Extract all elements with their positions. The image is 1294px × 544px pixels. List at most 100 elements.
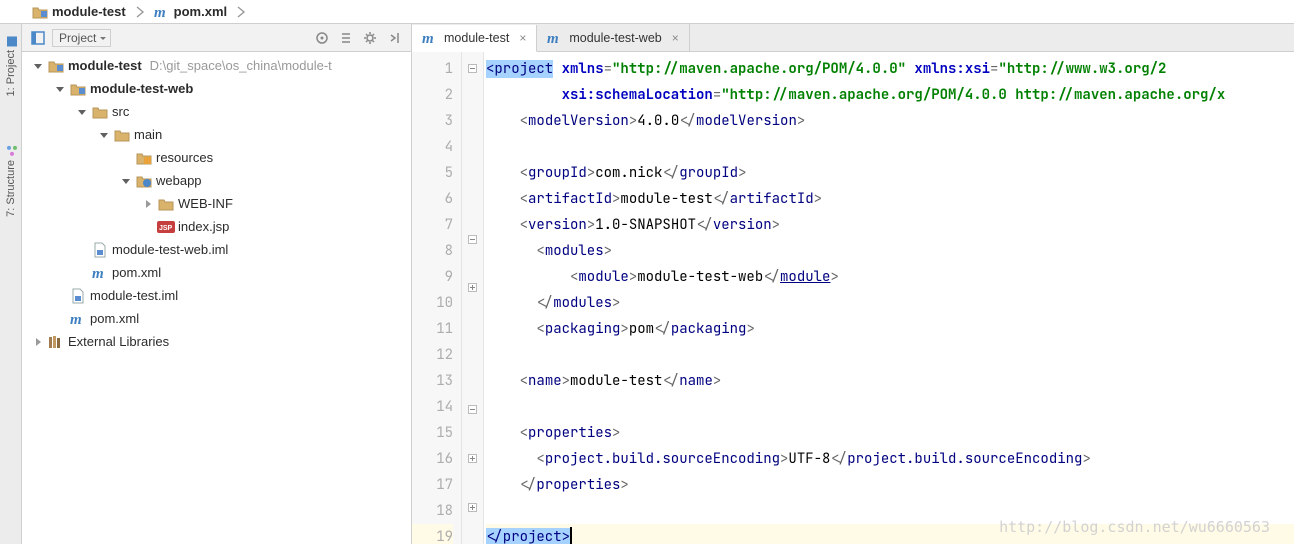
line-number[interactable]: 3 <box>412 108 453 134</box>
tree-node[interactable]: webapp <box>22 169 411 192</box>
line-number[interactable]: 13 <box>412 368 453 394</box>
tree-node[interactable]: mpom.xml <box>22 261 411 284</box>
tree-node[interactable]: module-testD:\git_space\os_china\module-… <box>22 54 411 77</box>
line-number[interactable]: 19 <box>412 524 453 544</box>
fold-close-icon[interactable] <box>462 447 483 471</box>
line-number-gutter[interactable]: 1234567891011121314151617181920 <box>412 52 462 544</box>
tree-node[interactable]: resources <box>22 146 411 169</box>
code-line[interactable] <box>486 134 1294 160</box>
code-line[interactable]: <name>module-test</name> <box>486 368 1294 394</box>
line-number[interactable]: 17 <box>412 472 453 498</box>
line-number[interactable]: 9 <box>412 264 453 290</box>
chevron-down-icon[interactable] <box>76 106 88 118</box>
target-icon[interactable] <box>313 29 331 47</box>
code-line[interactable]: <packaging>pom</packaging> <box>486 316 1294 342</box>
tree-node-label: module-test.iml <box>90 288 178 303</box>
breadcrumb-item[interactable]: module-test <box>26 0 132 23</box>
line-number[interactable]: 5 <box>412 160 453 186</box>
project-tree[interactable]: module-testD:\git_space\os_china\module-… <box>22 52 411 544</box>
line-number[interactable]: 8 <box>412 238 453 264</box>
fold-close-icon[interactable] <box>462 276 483 300</box>
line-number[interactable]: 7 <box>412 212 453 238</box>
fold-open-icon[interactable] <box>462 398 483 422</box>
line-number[interactable]: 15 <box>412 420 453 446</box>
tree-node[interactable]: JSPindex.jsp <box>22 215 411 238</box>
code-line[interactable] <box>486 394 1294 420</box>
tree-node[interactable]: module-test.iml <box>22 284 411 307</box>
line-number[interactable]: 2 <box>412 82 453 108</box>
line-number[interactable]: 18 <box>412 498 453 524</box>
fold-close-icon[interactable] <box>462 495 483 519</box>
tree-node-label: index.jsp <box>178 219 229 234</box>
code-line[interactable]: <properties> <box>486 420 1294 446</box>
code-line[interactable]: </modules> <box>486 290 1294 316</box>
chevron-down-icon[interactable] <box>32 60 44 72</box>
code-token: "http://maven.apache.org/POM/4.0.0 http:… <box>721 86 1225 104</box>
chevron-down-icon[interactable] <box>98 129 110 141</box>
close-icon[interactable]: × <box>519 31 526 45</box>
line-number[interactable]: 1 <box>412 56 453 82</box>
code-line[interactable] <box>486 498 1294 524</box>
code-line[interactable] <box>486 342 1294 368</box>
chevron-right-icon[interactable] <box>32 336 44 348</box>
toolwindow-tab-structure[interactable]: 7: Structure <box>5 146 17 217</box>
code-line[interactable]: <project.build.sourceEncoding>UTF-8</pro… <box>486 446 1294 472</box>
editor-tab[interactable]: m module-test-web × <box>537 24 689 51</box>
tree-node-label: module-test-web.iml <box>112 242 228 257</box>
fold-open-icon[interactable] <box>462 56 483 80</box>
code-line[interactable]: <groupId>com.nick</groupId> <box>486 160 1294 186</box>
code-line[interactable]: <version>1.0-SNAPSHOT</version> <box>486 212 1294 238</box>
code-editor[interactable]: 1234567891011121314151617181920 <project… <box>412 52 1294 544</box>
code-token: modules <box>545 242 604 260</box>
tree-expand-icon[interactable] <box>337 29 355 47</box>
fold-gutter-spacer <box>462 324 483 348</box>
line-number[interactable]: 12 <box>412 342 453 368</box>
code-line[interactable]: <artifactId>module-test</artifactId> <box>486 186 1294 212</box>
collapse-icon[interactable] <box>385 29 403 47</box>
line-number[interactable]: 11 <box>412 316 453 342</box>
code-line[interactable]: <modules> <box>486 238 1294 264</box>
code-line[interactable]: <project xmlns="http://maven.apache.org/… <box>486 56 1294 82</box>
tree-node[interactable]: mpom.xml <box>22 307 411 330</box>
tree-node[interactable]: src <box>22 100 411 123</box>
chevron-down-icon[interactable] <box>120 175 132 187</box>
tree-node[interactable]: main <box>22 123 411 146</box>
code-token <box>486 294 536 312</box>
tree-node[interactable]: WEB-INF <box>22 192 411 215</box>
code-body[interactable]: <project xmlns="http://maven.apache.org/… <box>484 52 1294 544</box>
svg-text:m: m <box>92 266 104 282</box>
maven-m-icon: m <box>70 311 86 327</box>
breadcrumb-item[interactable]: m pom.xml <box>148 0 233 23</box>
fold-gutter[interactable] <box>462 52 484 544</box>
project-view-combo[interactable]: Project <box>52 29 111 47</box>
fold-open-icon[interactable] <box>462 227 483 251</box>
code-line[interactable]: <modelVersion>4.0.0</modelVersion> <box>486 108 1294 134</box>
code-token: > <box>746 320 754 338</box>
code-token <box>486 112 520 130</box>
code-line[interactable]: xsi:schemaLocation="http://maven.apache.… <box>486 82 1294 108</box>
toolwindow-tab-project[interactable]: 1: Project <box>5 36 17 96</box>
chevron-right-icon[interactable] <box>142 198 154 210</box>
code-token: modelVersion <box>696 112 797 130</box>
code-token: > <box>772 216 780 234</box>
tree-node-label: module-test <box>68 58 142 73</box>
chevron-down-icon[interactable] <box>54 83 66 95</box>
code-token: > <box>562 372 570 390</box>
line-number[interactable]: 16 <box>412 446 453 472</box>
code-line[interactable]: </properties> <box>486 472 1294 498</box>
close-icon[interactable]: × <box>672 31 679 45</box>
tree-node[interactable]: External Libraries <box>22 330 411 353</box>
line-number[interactable]: 10 <box>412 290 453 316</box>
code-token: </ <box>662 164 679 182</box>
tree-node[interactable]: module-test-web <box>22 77 411 100</box>
line-number[interactable]: 14 <box>412 394 453 420</box>
code-line[interactable]: </project> <box>486 524 1294 544</box>
line-number[interactable]: 4 <box>412 134 453 160</box>
code-token: modules <box>553 294 612 312</box>
editor-tab[interactable]: m module-test × <box>412 25 537 52</box>
line-number[interactable]: 6 <box>412 186 453 212</box>
code-link[interactable]: module <box>780 268 830 286</box>
code-line[interactable]: <module>module-test-web</module> <box>486 264 1294 290</box>
gear-icon[interactable] <box>361 29 379 47</box>
tree-node[interactable]: module-test-web.iml <box>22 238 411 261</box>
